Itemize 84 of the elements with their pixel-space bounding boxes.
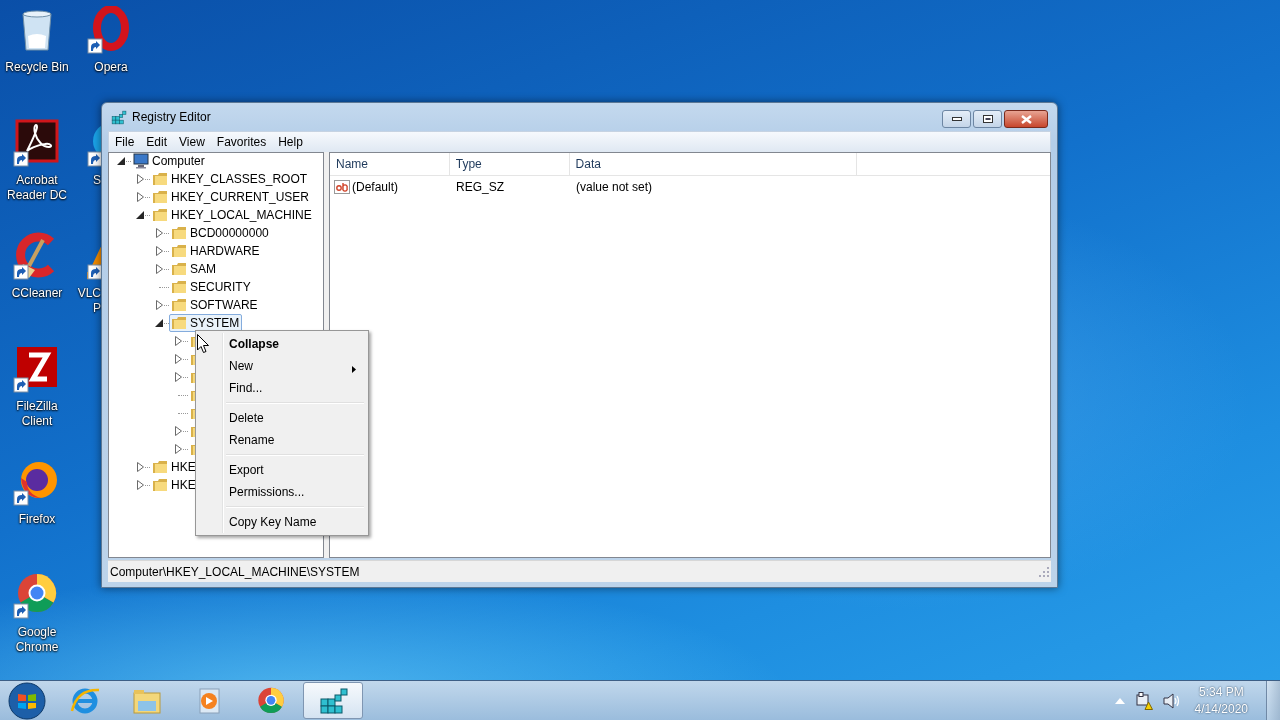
- expand-arrow-icon[interactable]: [155, 228, 163, 238]
- string-value-icon: [334, 179, 350, 195]
- table-cell: (Default): [352, 180, 398, 194]
- taskbar-button[interactable]: [303, 682, 363, 719]
- clock-date: 4/14/2020: [1194, 700, 1248, 718]
- tree-item[interactable]: HKE: [150, 476, 199, 494]
- desktop-shortcut[interactable]: Recycle Bin: [1, 6, 73, 75]
- desktop-shortcut[interactable]: CCleaner: [1, 232, 73, 301]
- column-header[interactable]: Data: [569, 153, 857, 175]
- folder-icon: [152, 171, 168, 187]
- expand-arrow-icon[interactable]: [136, 462, 144, 472]
- folder-icon: [171, 243, 187, 259]
- network-warning-icon[interactable]: [1134, 691, 1153, 710]
- cubes-icon: [110, 108, 127, 126]
- flag-logo-icon: [7, 680, 47, 720]
- column-header[interactable]: Type: [449, 153, 570, 175]
- desktop-shortcut[interactable]: Opera: [75, 6, 147, 75]
- collapse-arrow-icon[interactable]: [117, 157, 125, 165]
- window-title: Registry Editor: [132, 110, 211, 124]
- tree-item[interactable]: SAM: [169, 260, 219, 278]
- submenu-arrow-icon: [352, 366, 356, 373]
- expand-arrow-icon[interactable]: [155, 264, 163, 274]
- menu-item[interactable]: Permissions...: [198, 481, 366, 503]
- restore-icon: [982, 115, 993, 123]
- menu-item[interactable]: Delete: [198, 407, 366, 429]
- folder-icon: [152, 477, 168, 493]
- expand-arrow-icon[interactable]: [136, 192, 144, 202]
- clock-time: 5:34 PM: [1198, 683, 1244, 701]
- expand-arrow-icon[interactable]: [174, 372, 182, 382]
- desktop-shortcut[interactable]: Acrobat Reader DC: [1, 119, 73, 203]
- menu-item[interactable]: Help: [272, 135, 309, 149]
- tree-item[interactable]: BCD00000000: [169, 224, 272, 242]
- close-button[interactable]: [1004, 110, 1048, 128]
- expand-arrow-icon[interactable]: [155, 246, 163, 256]
- table-cell-text: REG_SZ: [455, 180, 505, 194]
- expand-arrow-icon[interactable]: [174, 354, 182, 364]
- close-icon: [1020, 114, 1032, 124]
- tree-item[interactable]: HKEY_CLASSES_ROOT: [150, 170, 311, 188]
- cursor-icon: [197, 334, 209, 353]
- column-header[interactable]: Name: [330, 153, 450, 175]
- menu-item[interactable]: Favorites: [210, 135, 273, 149]
- tree-item[interactable]: SECURITY: [169, 278, 254, 296]
- folder-icon: [152, 459, 168, 475]
- show-desktop-button[interactable]: [1266, 681, 1280, 720]
- resize-grip-icon: [1039, 567, 1049, 577]
- menu-item[interactable]: Find...: [198, 377, 366, 399]
- tree-item[interactable]: HARDWARE: [169, 242, 263, 260]
- restore-button[interactable]: [973, 110, 1002, 128]
- menu-item[interactable]: Copy Key Name: [198, 511, 366, 533]
- folder-icon: [152, 207, 168, 223]
- tree-item[interactable]: HKEY_LOCAL_MACHINE: [150, 206, 315, 224]
- menu-item[interactable]: Export: [198, 459, 366, 481]
- folder-icon: [171, 297, 187, 313]
- minimize-icon: [951, 117, 962, 121]
- tree-item[interactable]: HKEY_CURRENT_USER: [150, 188, 313, 206]
- desktop-shortcut[interactable]: FileZilla Client: [1, 345, 73, 429]
- minimize-button[interactable]: [942, 110, 971, 128]
- folder-icon: [171, 261, 187, 277]
- expand-arrow-icon[interactable]: [174, 444, 182, 454]
- tree-item[interactable]: SYSTEM: [169, 314, 243, 332]
- menu-item[interactable]: New: [198, 355, 366, 377]
- folder-icon: [171, 225, 187, 241]
- expand-arrow-icon[interactable]: [174, 336, 182, 346]
- tree-item[interactable]: Computer: [131, 153, 208, 170]
- tree-item[interactable]: HKE: [150, 458, 199, 476]
- tree-item[interactable]: SOFTWARE: [169, 296, 261, 314]
- folder-icon: [171, 279, 187, 295]
- status-text: Computer\HKEY_LOCAL_MACHINE\SYSTEM: [110, 564, 360, 579]
- expand-arrow-icon[interactable]: [136, 480, 144, 490]
- menu-item[interactable]: File: [109, 135, 141, 149]
- desktop-shortcut[interactable]: Google Chrome: [1, 571, 73, 655]
- collapse-arrow-icon[interactable]: [136, 211, 144, 219]
- folder-icon: [171, 315, 187, 331]
- speaker-icon[interactable]: [1162, 692, 1181, 709]
- collapse-arrow-icon[interactable]: [155, 319, 163, 327]
- desktop-shortcut[interactable]: Firefox: [1, 458, 73, 527]
- menu-item[interactable]: View: [173, 135, 211, 149]
- menu-item[interactable]: Edit: [140, 135, 174, 149]
- expand-arrow-icon[interactable]: [155, 300, 163, 310]
- folder-icon: [152, 189, 168, 205]
- menu-item[interactable]: Rename: [198, 429, 366, 451]
- expand-arrow-icon[interactable]: [136, 174, 144, 184]
- table-cell-text: (value not set): [575, 180, 654, 194]
- expand-arrow-icon[interactable]: [174, 426, 182, 436]
